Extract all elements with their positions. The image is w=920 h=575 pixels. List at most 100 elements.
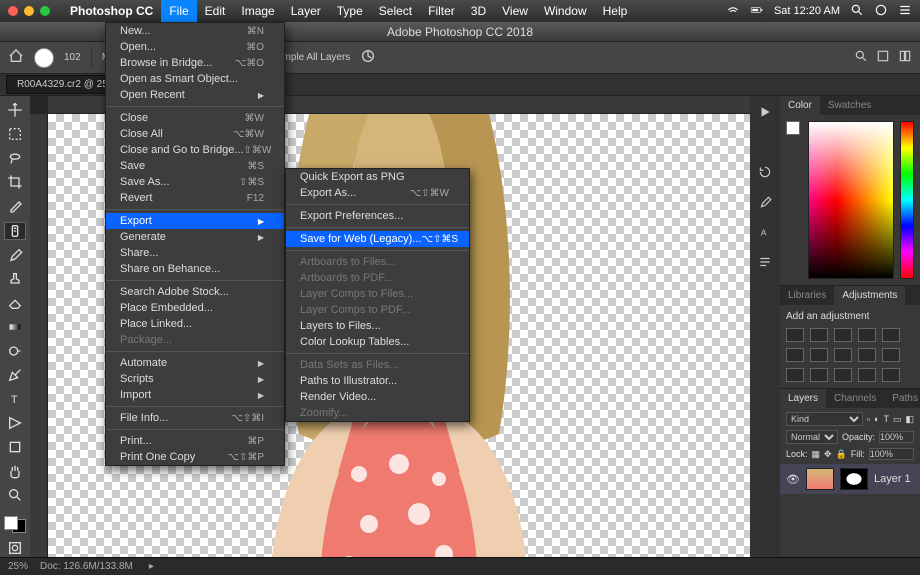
file-menu-item-9[interactable]: Save⌘S — [106, 158, 284, 174]
menu-select[interactable]: Select — [371, 0, 420, 22]
adj-threshold[interactable] — [834, 368, 852, 382]
gradient-tool[interactable] — [4, 319, 26, 336]
file-menu-item-4[interactable]: Open Recent — [106, 87, 284, 103]
hue-slider[interactable] — [900, 121, 914, 279]
file-menu-item-29[interactable]: Print...⌘P — [106, 433, 284, 449]
play-icon[interactable] — [755, 102, 775, 122]
doc-info[interactable]: Doc: 126.6M/133.8M — [40, 561, 133, 572]
lasso-tool[interactable] — [4, 150, 26, 167]
file-menu-item-6[interactable]: Close⌘W — [106, 110, 284, 126]
brush-panel-icon[interactable] — [755, 192, 775, 212]
adj-bw[interactable] — [810, 348, 828, 362]
menu-3d[interactable]: 3D — [463, 0, 494, 22]
pen-tool[interactable] — [4, 366, 26, 383]
file-menu-item-18[interactable]: Search Adobe Stock... — [106, 284, 284, 300]
eyedropper-tool[interactable] — [4, 198, 26, 215]
filter-shape-icon[interactable]: ▭ — [893, 414, 902, 425]
adj-color-lookup[interactable] — [882, 348, 900, 362]
file-menu-item-15[interactable]: Share... — [106, 245, 284, 261]
export-menu-item-15[interactable]: Paths to Illustrator... — [286, 373, 469, 389]
layer-name[interactable]: Layer 1 — [874, 473, 911, 485]
lock-pixels-icon[interactable]: ▦ — [812, 449, 821, 460]
zoom-level[interactable]: 25% — [8, 561, 28, 572]
adj-channel-mixer[interactable] — [858, 348, 876, 362]
stamp-tool[interactable] — [4, 271, 26, 288]
file-menu-item-14[interactable]: Generate — [106, 229, 284, 245]
history-icon[interactable] — [755, 162, 775, 182]
pressure-icon[interactable] — [360, 48, 376, 67]
adj-curves[interactable] — [834, 328, 852, 342]
file-menu-item-13[interactable]: Export — [106, 213, 284, 229]
file-menu-item-2[interactable]: Browse in Bridge...⌥⌘O — [106, 55, 284, 71]
filter-smart-icon[interactable]: ◧ — [905, 414, 914, 425]
menu-file[interactable]: File — [161, 0, 196, 22]
menu-window[interactable]: Window — [536, 0, 595, 22]
layer-mask-thumbnail[interactable] — [840, 468, 868, 490]
adj-photo-filter[interactable] — [834, 348, 852, 362]
file-menu-item-27[interactable]: File Info...⌥⇧⌘I — [106, 410, 284, 426]
export-menu-item-16[interactable]: Render Video... — [286, 389, 469, 405]
menu-app[interactable]: Photoshop CC — [62, 0, 161, 22]
file-menu-item-7[interactable]: Close All⌥⌘W — [106, 126, 284, 142]
export-menu-item-5[interactable]: Save for Web (Legacy)...⌥⇧⌘S — [286, 231, 469, 247]
quickmask-tool[interactable] — [4, 540, 26, 557]
menu-image[interactable]: Image — [233, 0, 282, 22]
visibility-icon[interactable]: 👁 — [786, 473, 800, 486]
libraries-tab[interactable]: Libraries — [780, 286, 834, 305]
export-menu-item-11[interactable]: Layers to Files... — [286, 318, 469, 334]
opacity-input[interactable] — [879, 431, 914, 443]
lock-all-icon[interactable]: 🔒 — [836, 449, 847, 460]
menu-view[interactable]: View — [494, 0, 536, 22]
eraser-tool[interactable] — [4, 295, 26, 312]
zoom-tool[interactable] — [4, 486, 26, 503]
color-tab[interactable]: Color — [780, 96, 820, 115]
paths-tab[interactable]: Paths — [884, 389, 920, 408]
brush-tool[interactable] — [4, 247, 26, 264]
export-menu-item-12[interactable]: Color Lookup Tables... — [286, 334, 469, 350]
adj-exposure[interactable] — [858, 328, 876, 342]
file-menu-item-25[interactable]: Import — [106, 387, 284, 403]
menu-layer[interactable]: Layer — [283, 0, 329, 22]
notification-icon[interactable] — [898, 3, 912, 20]
home-icon[interactable] — [8, 48, 24, 67]
layer-row[interactable]: 👁 Layer 1 — [780, 464, 920, 494]
filter-adj-icon[interactable]: ◐ — [874, 414, 879, 424]
file-menu-item-20[interactable]: Place Linked... — [106, 316, 284, 332]
adj-brightness[interactable] — [786, 328, 804, 342]
file-menu-item-23[interactable]: Automate — [106, 355, 284, 371]
healing-brush-tool[interactable] — [4, 222, 26, 240]
adj-posterize[interactable] — [810, 368, 828, 382]
search-icon[interactable] — [854, 49, 868, 66]
control-center-icon[interactable] — [874, 3, 888, 20]
ruler-vertical[interactable] — [30, 114, 48, 557]
file-menu-item-3[interactable]: Open as Smart Object... — [106, 71, 284, 87]
adj-levels[interactable] — [810, 328, 828, 342]
layers-tab[interactable]: Layers — [780, 389, 826, 408]
battery-icon[interactable] — [750, 3, 764, 20]
file-menu-item-11[interactable]: RevertF12 — [106, 190, 284, 206]
menu-help[interactable]: Help — [595, 0, 636, 22]
channels-tab[interactable]: Channels — [826, 389, 884, 408]
file-menu-item-1[interactable]: Open...⌘O — [106, 39, 284, 55]
file-menu-item-19[interactable]: Place Embedded... — [106, 300, 284, 316]
layer-kind-select[interactable]: Kind — [786, 412, 863, 426]
adj-selective-color[interactable] — [882, 368, 900, 382]
close-window[interactable] — [8, 6, 18, 16]
menu-filter[interactable]: Filter — [420, 0, 463, 22]
blend-mode-select[interactable]: Normal — [786, 430, 838, 444]
foreground-color[interactable] — [786, 121, 800, 135]
zoom-window[interactable] — [40, 6, 50, 16]
marquee-tool[interactable] — [4, 126, 26, 143]
export-menu-item-0[interactable]: Quick Export as PNG — [286, 169, 469, 185]
file-menu-item-8[interactable]: Close and Go to Bridge...⇧⌘W — [106, 142, 284, 158]
export-menu-item-1[interactable]: Export As...⌥⇧⌘W — [286, 185, 469, 201]
menu-type[interactable]: Type — [329, 0, 371, 22]
adj-hue[interactable] — [786, 348, 804, 362]
swatches-tab[interactable]: Swatches — [820, 96, 879, 115]
minimize-window[interactable] — [24, 6, 34, 16]
adj-invert[interactable] — [786, 368, 804, 382]
character-icon[interactable]: A — [755, 222, 775, 242]
filter-pixel-icon[interactable]: ▫ — [867, 414, 870, 424]
file-menu-item-30[interactable]: Print One Copy⌥⇧⌘P — [106, 449, 284, 465]
file-menu-item-0[interactable]: New...⌘N — [106, 23, 284, 39]
